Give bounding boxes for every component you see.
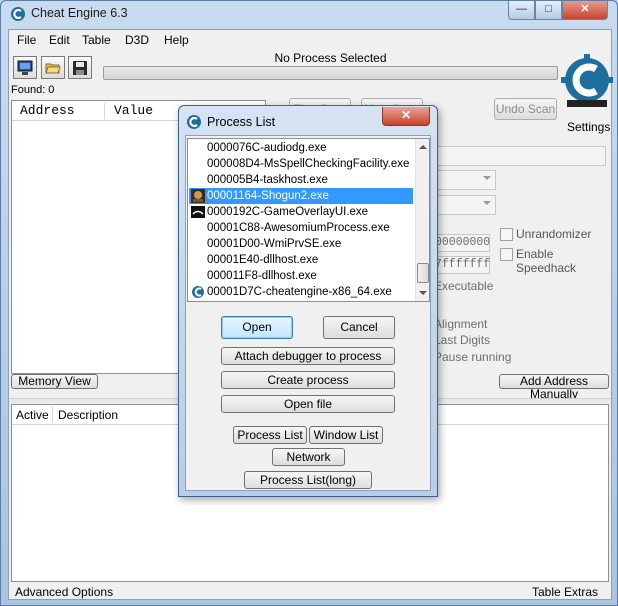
list-item[interactable]: 000005B4-taskhost.exe	[189, 172, 413, 188]
memory-start-field[interactable]: 00000000	[434, 234, 490, 252]
process-list-tab-button[interactable]: Process List	[233, 426, 307, 444]
scroll-down-icon[interactable]	[419, 291, 427, 295]
pause-running-label: Pause running	[434, 350, 512, 364]
list-item[interactable]: 0000076C-audiodg.exe	[189, 140, 413, 156]
process-list-dialog: Process List ✕ 0000076C-audiodg.exe 0000…	[178, 105, 438, 497]
chevron-down-icon	[483, 201, 491, 205]
memory-stop-field[interactable]: 7fffffff	[434, 256, 490, 274]
memory-view-button[interactable]: Memory View	[11, 374, 98, 389]
value-column-header[interactable]: Value	[114, 103, 153, 118]
save-table-button[interactable]	[68, 56, 92, 79]
list-item[interactable]: 0000192C-GameOverlayUI.exe	[189, 204, 413, 220]
dialog-client-area: 0000076C-audiodg.exe 000008D4-MsSpellChe…	[185, 135, 431, 491]
settings-label[interactable]: Settings	[567, 120, 610, 134]
speedhack-checkbox[interactable]	[500, 248, 513, 261]
advanced-options-label[interactable]: Advanced Options	[15, 585, 113, 599]
maximize-button[interactable]: □	[535, 1, 562, 20]
scan-type-dropdown[interactable]	[434, 170, 496, 190]
cheatengine-settings-logo-icon[interactable]	[561, 54, 613, 108]
shogun-icon	[191, 189, 205, 203]
window-list-tab-button[interactable]: Window List	[309, 426, 383, 444]
scroll-up-icon[interactable]	[419, 145, 427, 149]
add-address-manually-button[interactable]: Add Address Manually	[499, 374, 609, 401]
computer-icon	[17, 60, 33, 75]
select-process-button[interactable]	[13, 56, 37, 79]
create-process-button[interactable]: Create process	[221, 371, 395, 389]
process-list-long-button[interactable]: Process List(long)	[244, 471, 372, 489]
list-item[interactable]: 00001E40-dllhost.exe	[189, 252, 413, 268]
found-count-label: Found: 0	[11, 84, 55, 96]
minimize-button[interactable]: —	[508, 1, 535, 20]
overlay-icon	[191, 206, 205, 218]
unrandomizer-label: Unrandomizer	[516, 227, 592, 241]
scan-progress-bar	[103, 66, 558, 80]
close-button[interactable]: ✕	[562, 1, 608, 20]
speedhack-label: Enable Speedhack	[516, 247, 577, 275]
table-extras-label[interactable]: Table Extras	[532, 585, 598, 599]
cheatengine-icon	[192, 286, 204, 298]
open-table-button[interactable]	[41, 56, 65, 79]
scan-value-field[interactable]	[434, 146, 606, 166]
list-item-selected[interactable]: 00001164-Shogun2.exe	[189, 188, 413, 204]
scroll-thumb[interactable]	[417, 263, 429, 283]
cheatengine-logo-icon	[11, 7, 25, 21]
floppy-disk-icon	[73, 61, 87, 75]
window-title: Cheat Engine 6.3	[31, 6, 128, 20]
process-name-label: No Process Selected	[274, 51, 387, 65]
column-separator	[52, 407, 53, 423]
menu-d3d[interactable]: D3D	[125, 33, 149, 47]
cheatengine-logo-icon	[187, 115, 201, 129]
list-item[interactable]: 00001C88-AwesomiumProcess.exe	[189, 220, 413, 236]
dialog-title: Process List	[207, 115, 276, 129]
process-list-scrollbar[interactable]	[415, 139, 429, 301]
column-separator	[104, 103, 105, 119]
menu-bar: File Edit Table D3D Help	[9, 30, 611, 50]
undo-scan-button[interactable]: Undo Scan	[494, 98, 557, 120]
active-column-header[interactable]: Active	[16, 408, 49, 422]
cancel-button[interactable]: Cancel	[323, 316, 395, 339]
chevron-down-icon	[483, 176, 491, 180]
menu-edit[interactable]: Edit	[49, 33, 70, 47]
title-bar[interactable]: Cheat Engine 6.3 — □ ✕	[1, 1, 617, 27]
list-item[interactable]: 000011F8-dllhost.exe	[189, 268, 413, 284]
address-column-header[interactable]: Address	[20, 103, 75, 118]
network-button[interactable]: Network	[272, 448, 345, 466]
value-type-dropdown[interactable]	[434, 195, 496, 215]
unrandomizer-checkbox[interactable]	[500, 228, 513, 241]
folder-open-icon	[45, 63, 61, 74]
list-item[interactable]: 000008D4-MsSpellCheckingFacility.exe	[189, 156, 413, 172]
process-list[interactable]: 0000076C-audiodg.exe 000008D4-MsSpellChe…	[187, 138, 430, 302]
last-digits-label: Last Digits	[434, 333, 491, 347]
dialog-close-button[interactable]: ✕	[382, 107, 430, 126]
alignment-label: Alignment	[434, 317, 488, 331]
list-item[interactable]: 00001D00-WmiPrvSE.exe	[189, 236, 413, 252]
executable-label: Executable	[434, 279, 494, 293]
list-item[interactable]: 00001D7C-cheatengine-x86_64.exe	[189, 284, 413, 300]
attach-debugger-button[interactable]: Attach debugger to process	[221, 347, 395, 365]
menu-file[interactable]: File	[17, 33, 36, 47]
menu-help[interactable]: Help	[164, 33, 189, 47]
menu-table[interactable]: Table	[82, 33, 111, 47]
description-column-header[interactable]: Description	[58, 408, 118, 422]
open-file-button[interactable]: Open file	[221, 395, 395, 413]
open-button[interactable]: Open	[221, 316, 293, 339]
